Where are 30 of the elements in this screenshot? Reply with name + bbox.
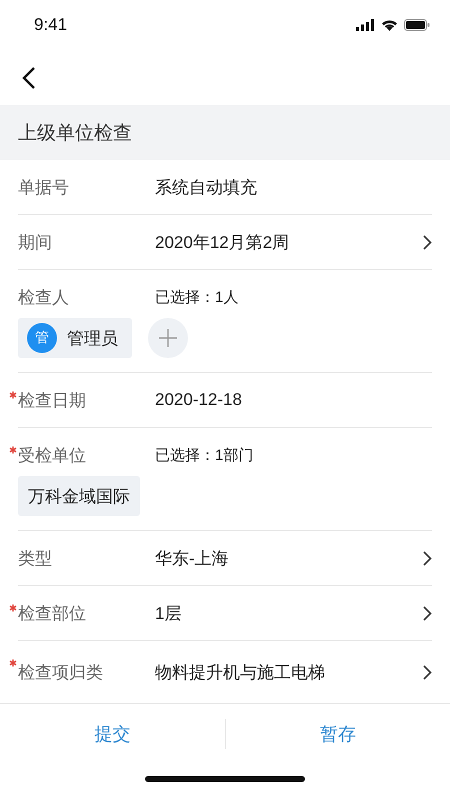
field-label: 类型 — [18, 548, 53, 570]
battery-icon — [404, 19, 430, 31]
avatar-initial: 管 — [27, 323, 57, 353]
add-button[interactable] — [148, 318, 188, 358]
field-value: 已选择：1部门 — [155, 446, 254, 464]
status-time: 9:41 — [34, 15, 68, 35]
field-value: 华东-上海 — [155, 548, 230, 570]
field-value: 2020-12-18 — [155, 390, 243, 410]
unit-tag: 万科金域国际 — [18, 476, 140, 516]
plus-icon — [159, 329, 177, 347]
field-value: 物料提升机与施工电梯 — [155, 662, 326, 684]
field-label: 检查部位 — [18, 602, 87, 624]
field-value: 2020年12月第2周 — [155, 232, 290, 254]
field-value: 1层 — [155, 602, 182, 624]
field-label: 受检单位 — [18, 444, 87, 466]
field-label: 单据号 — [18, 176, 70, 198]
person-chip[interactable]: 管 管理员 — [18, 318, 132, 358]
field-label: 期间 — [18, 232, 53, 254]
section-title: 上级单位检查 — [18, 122, 132, 146]
field-value: 系统自动填充 — [155, 176, 258, 198]
field-value: 已选择：1人 — [155, 288, 240, 306]
person-name: 管理员 — [67, 328, 118, 350]
field-label: 检查日期 — [18, 390, 87, 412]
signal-icon — [356, 19, 375, 31]
wifi-icon — [381, 19, 398, 31]
back-icon[interactable] — [22, 66, 36, 90]
field-label: 检查项归类 — [18, 662, 104, 684]
field-label: 检查人 — [18, 286, 70, 308]
action-button[interactable]: 提交 — [0, 704, 224, 764]
action-button[interactable]: 暂存 — [226, 704, 450, 764]
